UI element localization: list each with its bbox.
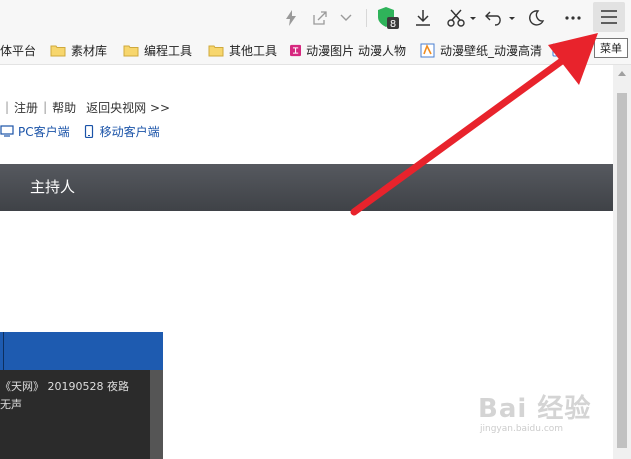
bookmark-item[interactable]: 动漫图片 动漫人物 <box>290 36 406 64</box>
lightning-icon[interactable] <box>280 6 302 30</box>
menu-tooltip: 菜单 <box>594 38 628 58</box>
video-header-bar <box>0 332 163 370</box>
video-list-panel: 《天网》 20190528 夜路 无声 <box>0 370 163 459</box>
video-title-line: 无声 <box>0 398 22 411</box>
moon-icon[interactable] <box>524 6 548 30</box>
scroll-up-arrow-icon[interactable] <box>613 65 631 81</box>
bookmark-item[interactable] <box>552 36 571 64</box>
browser-toolbar: 8 <box>0 0 631 36</box>
video-title[interactable]: 《天网》 20190528 夜路 无声 <box>0 378 150 414</box>
back-to-cctv-link[interactable]: 返回央视网 >> <box>86 99 170 116</box>
divider: | <box>43 100 48 114</box>
bookmark-label: 素材库 <box>71 43 108 58</box>
more-icon[interactable] <box>561 6 585 30</box>
video-list-scrollbar[interactable] <box>150 370 163 459</box>
download-icon[interactable] <box>411 6 435 30</box>
shield-extension-icon[interactable]: 8 <box>374 6 402 30</box>
undo-icon[interactable] <box>484 6 516 30</box>
share-icon[interactable] <box>309 6 331 30</box>
bookmark-item[interactable]: 动漫壁纸_动漫高清 <box>420 36 546 64</box>
hamburger-icon <box>601 10 617 24</box>
bookmark-item[interactable]: 编程工具 <box>123 36 192 64</box>
bookmarks-bar: 体平台 素材库 编程工具 其他工具 动漫图片 动漫人物 动漫壁纸_动漫高清 <box>0 36 631 65</box>
register-link[interactable]: 注册 <box>14 99 38 116</box>
extension-badge: 8 <box>390 19 396 30</box>
monitor-icon <box>0 125 14 137</box>
scrollbar-thumb[interactable] <box>617 93 627 448</box>
bookmark-label: 动漫壁纸_动漫高清 <box>440 43 543 58</box>
watermark-url: jingyan.baidu.com <box>480 424 564 434</box>
site-favicon-icon <box>552 43 566 57</box>
site-favicon-icon <box>290 44 302 56</box>
bookmark-label: 动漫图片 动漫人物 <box>306 43 406 58</box>
bookmark-item[interactable]: 体平台 <box>0 36 36 64</box>
pc-client-link[interactable]: PC客户端 <box>18 123 70 140</box>
bookmark-label: 体平台 <box>0 43 37 58</box>
menu-button[interactable] <box>593 2 625 32</box>
bookmark-label: 编程工具 <box>144 43 193 58</box>
bookmark-item[interactable]: 其他工具 <box>208 36 277 64</box>
watermark-brand: Bai 经验 <box>478 394 592 424</box>
chevron-down-icon[interactable] <box>337 6 355 30</box>
video-title-line: 《天网》 20190528 夜路 <box>0 380 129 393</box>
toolbar-divider <box>366 9 367 27</box>
bookmark-item[interactable]: 素材库 <box>50 36 107 64</box>
phone-icon <box>84 124 93 138</box>
folder-icon <box>208 45 224 56</box>
folder-icon <box>50 45 66 56</box>
baidu-jingyan-watermark: Bai 经验 jingyan.baidu.com <box>478 388 592 434</box>
nav-item-host[interactable]: 主持人 <box>30 164 75 211</box>
bookmark-label: 其他工具 <box>229 43 278 58</box>
nav-bar: 主持人 <box>0 164 613 211</box>
folder-icon <box>123 45 139 56</box>
mobile-client-link[interactable]: 移动客户端 <box>100 123 160 140</box>
site-favicon-icon <box>420 43 435 57</box>
divider <box>3 332 4 370</box>
divider: | <box>5 100 10 114</box>
client-links: PC客户端 移动客户端 <box>0 122 160 140</box>
top-links: | 注册 | 帮助 返回央视网 >> <box>0 98 170 116</box>
page-scrollbar[interactable] <box>613 65 631 459</box>
help-link[interactable]: 帮助 <box>52 99 76 116</box>
scissors-icon[interactable] <box>445 6 477 30</box>
